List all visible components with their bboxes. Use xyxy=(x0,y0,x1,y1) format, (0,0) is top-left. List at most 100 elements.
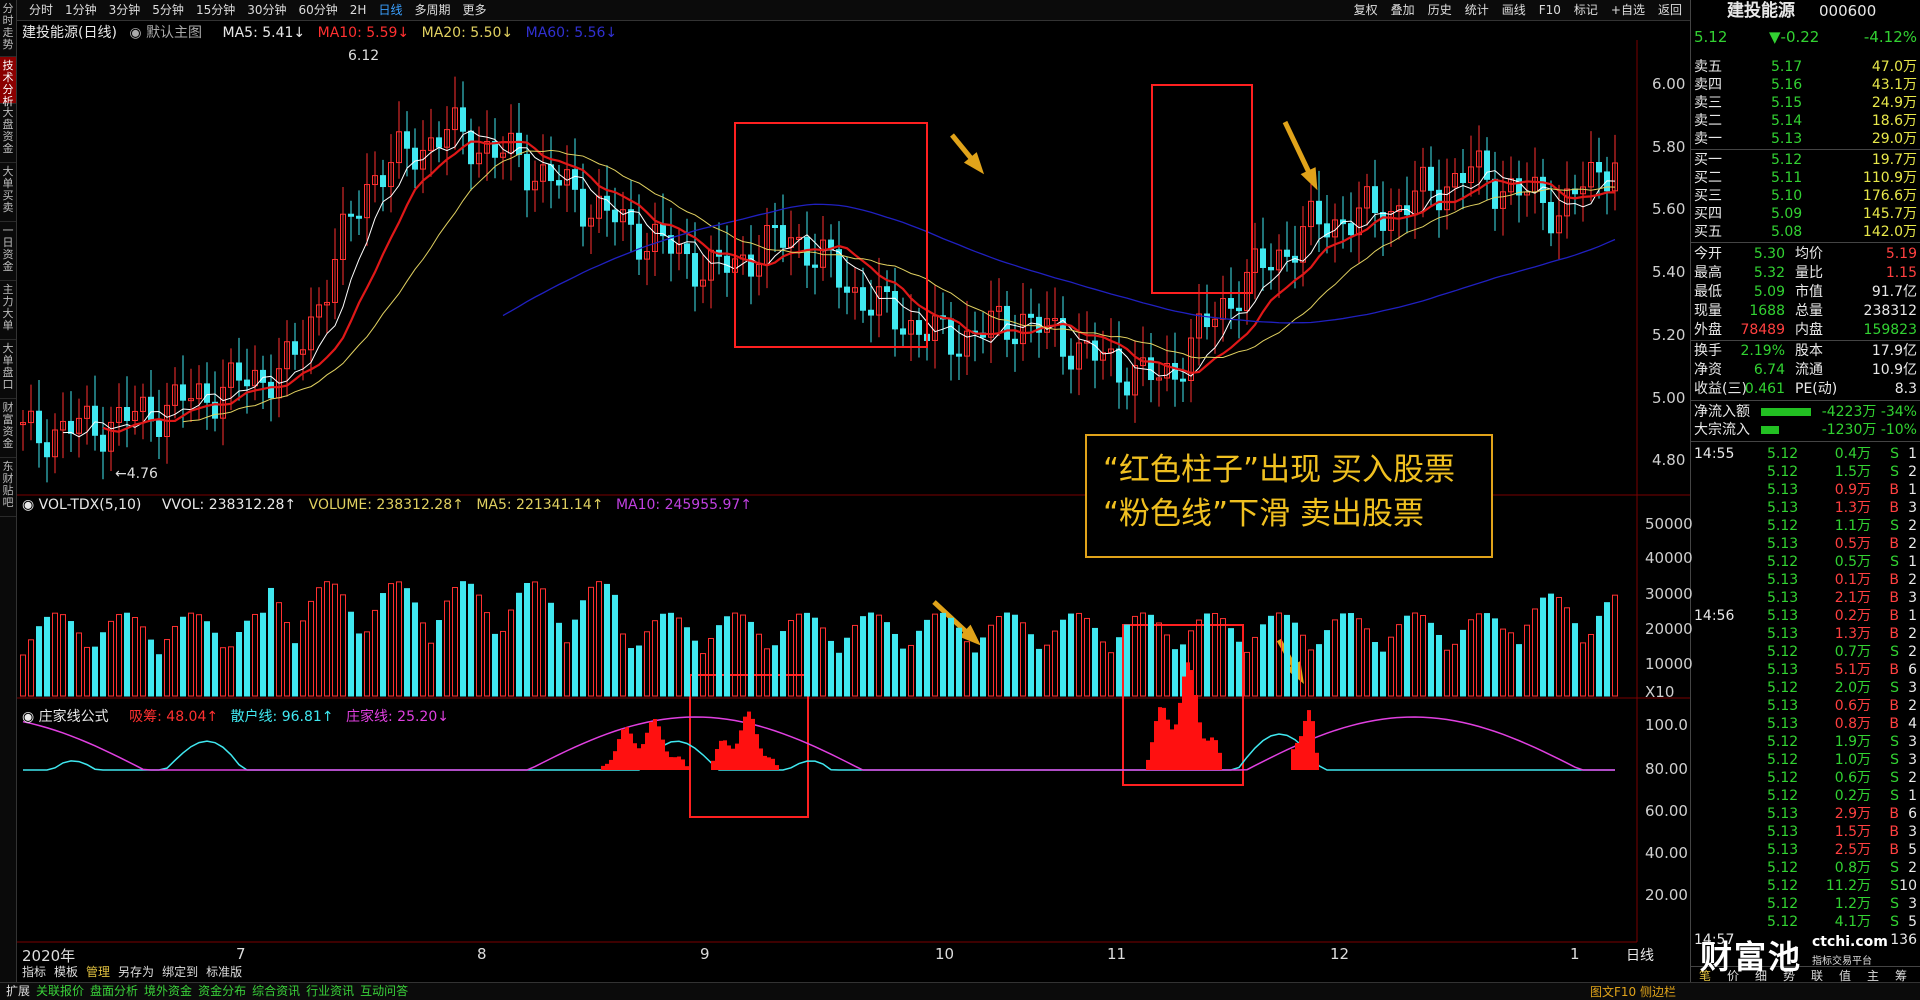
left-tab-3[interactable]: 大单买卖 xyxy=(0,163,16,222)
tool-7[interactable]: +自选 xyxy=(1611,0,1645,20)
ask-row[interactable]: 卖四 5.16 43.1万 xyxy=(1691,76,1920,94)
period-3[interactable]: 5分钟 xyxy=(152,0,184,20)
period-0[interactable]: 分时 xyxy=(29,0,53,20)
tick-price: 5.13 xyxy=(1767,608,1799,624)
subtab-5[interactable]: 标准版 xyxy=(206,965,242,979)
ask-row[interactable]: 卖三 5.15 24.9万 xyxy=(1691,94,1920,112)
left-tab-0[interactable]: 分时走势 xyxy=(0,0,16,57)
tool-6[interactable]: 标记 xyxy=(1574,0,1598,20)
bottom-tab-5[interactable]: 综合资讯 xyxy=(252,983,300,1000)
vol-indicator-name[interactable]: ◉ VOL-TDX(5,10) xyxy=(22,497,149,513)
candle-body xyxy=(1180,378,1186,382)
candle-body xyxy=(1260,248,1266,268)
subtab-2[interactable]: 管理 xyxy=(86,965,110,979)
left-tab-7[interactable]: 财富资金 xyxy=(0,399,16,458)
period-7[interactable]: 2H xyxy=(350,0,367,20)
tick-side: B xyxy=(1889,824,1899,840)
candle-body xyxy=(44,442,50,458)
period-9[interactable]: 多周期 xyxy=(414,0,450,20)
bottom-tab-1[interactable]: 关联报价 xyxy=(36,983,84,1000)
period-2[interactable]: 3分钟 xyxy=(109,0,141,20)
bid-row[interactable]: 买五 5.08 142.0万 xyxy=(1691,223,1920,241)
stat-label: 量比 xyxy=(1795,265,1823,281)
tick-side: S xyxy=(1890,914,1899,930)
period-8[interactable]: 日线 xyxy=(378,0,402,20)
bid-row[interactable]: 买一 5.12 19.7万 xyxy=(1691,151,1920,169)
bid-row[interactable]: 买三 5.10 176.6万 xyxy=(1691,187,1920,205)
ask-row[interactable]: 卖五 5.17 47.0万 xyxy=(1691,58,1920,76)
tool-2[interactable]: 历史 xyxy=(1428,0,1452,20)
volume-bar xyxy=(412,602,418,697)
tool-3[interactable]: 统计 xyxy=(1465,0,1489,20)
ask-row[interactable]: 卖二 5.14 18.6万 xyxy=(1691,112,1920,130)
xichou-bar xyxy=(731,748,735,770)
subtab-0[interactable]: 指标 xyxy=(22,965,46,979)
left-tab-6[interactable]: 大单盘口 xyxy=(0,340,16,399)
volume-bar xyxy=(652,620,658,697)
ask-row[interactable]: 卖一 5.13 29.0万 xyxy=(1691,130,1920,148)
bid-row[interactable]: 买二 5.11 110.9万 xyxy=(1691,169,1920,187)
period-6[interactable]: 60分钟 xyxy=(299,0,338,20)
sanhu-line xyxy=(23,733,1615,771)
xichou-bar xyxy=(665,751,669,770)
tick-row: 5.12 1.5万 S 2 xyxy=(1691,463,1920,481)
tick-side: B xyxy=(1889,482,1899,498)
volume-bar xyxy=(124,612,130,697)
subtab-1[interactable]: 模板 xyxy=(54,965,78,979)
xichou-bar xyxy=(1150,742,1154,770)
period-4[interactable]: 15分钟 xyxy=(196,0,235,20)
tool-4[interactable]: 画线 xyxy=(1502,0,1526,20)
stat-row: 现量 1688 总量 238312 xyxy=(1691,302,1920,320)
xichou-bar xyxy=(763,755,767,770)
tool-1[interactable]: 叠加 xyxy=(1391,0,1415,20)
volume-bar xyxy=(188,612,194,697)
tool-8[interactable]: 返回 xyxy=(1658,0,1682,20)
volume-bar xyxy=(172,625,178,697)
tick-row: 5.12 1.0万 S 3 xyxy=(1691,751,1920,769)
volume-bar xyxy=(636,645,642,697)
bottom-tab-2[interactable]: 盘面分析 xyxy=(90,983,138,1000)
xichou-bar xyxy=(1194,694,1198,770)
bid-price: 5.12 xyxy=(1771,152,1803,168)
left-tab-4[interactable]: 一日资金 xyxy=(0,222,16,281)
side-panel-link[interactable]: 图文F10 侧边栏 xyxy=(1590,983,1676,1000)
bottom-tab-4[interactable]: 资金分布 xyxy=(198,983,246,1000)
volume-bar xyxy=(452,587,458,697)
tick-time: 14:55 xyxy=(1694,446,1735,462)
candle-body xyxy=(292,341,298,355)
candle-body xyxy=(92,405,98,436)
volume-bar xyxy=(1356,618,1362,697)
tick-count: 1 xyxy=(1908,788,1917,804)
bottom-tab-7[interactable]: 互动问答 xyxy=(360,983,408,1000)
tool-0[interactable]: 复权 xyxy=(1354,0,1378,20)
volume-bar xyxy=(1452,643,1458,697)
volume-bar xyxy=(788,620,794,697)
candle-body xyxy=(916,320,922,335)
bid-row[interactable]: 买四 5.09 145.7万 xyxy=(1691,205,1920,223)
left-tab-2[interactable]: 大盘资金 xyxy=(0,104,16,163)
ask-volume: 43.1万 xyxy=(1871,77,1917,93)
tick-volume: 4.1万 xyxy=(1834,914,1871,930)
period-10[interactable]: 更多 xyxy=(462,0,486,20)
left-tab-5[interactable]: 主力大单 xyxy=(0,281,16,340)
left-tab-1[interactable]: 技术分析 xyxy=(0,57,16,108)
volume-bar xyxy=(180,616,186,697)
left-tab-8[interactable]: 东财贴吧 xyxy=(0,458,16,517)
indicator-label[interactable]: ◉ 默认主图 xyxy=(129,25,210,41)
volume-bar xyxy=(1116,637,1122,697)
volume-bar xyxy=(1060,619,1066,697)
subtab-4[interactable]: 绑定到 xyxy=(162,965,198,979)
bottom-tab-3[interactable]: 境外资金 xyxy=(144,983,192,1000)
candle-body xyxy=(948,318,954,355)
subtab-3[interactable]: 另存为 xyxy=(118,965,154,979)
xichou-bar xyxy=(735,743,739,770)
bid-label: 买三 xyxy=(1694,188,1722,204)
candle-body xyxy=(884,286,890,293)
tool-5[interactable]: F10 xyxy=(1539,0,1561,20)
ind-name[interactable]: ◉ 庄家线公式 xyxy=(22,709,117,725)
period-1[interactable]: 1分钟 xyxy=(65,0,97,20)
bottom-tab-0[interactable]: 扩展 xyxy=(6,983,30,1000)
period-5[interactable]: 30分钟 xyxy=(247,0,286,20)
bottom-tab-6[interactable]: 行业资讯 xyxy=(306,983,354,1000)
vol-name: VOL-TDX(5,10) xyxy=(38,497,142,513)
